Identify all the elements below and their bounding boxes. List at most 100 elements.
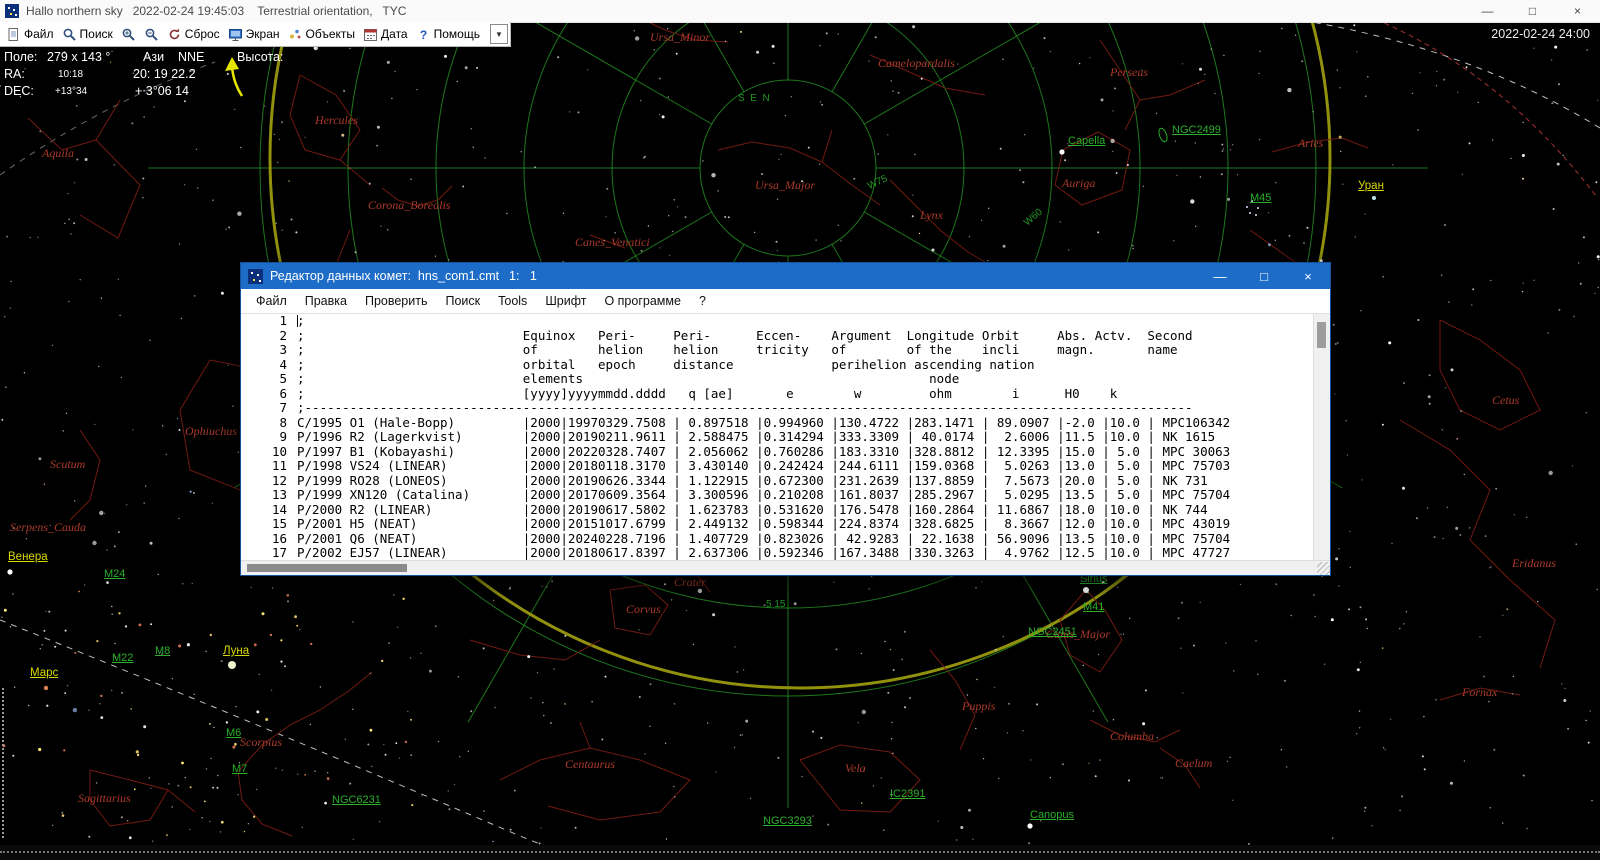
horizontal-scroll-thumb[interactable] [247, 564, 407, 572]
map-label-m8[interactable]: M8 [155, 645, 170, 657]
editor-menu-item-0[interactable]: Фай​л [247, 294, 296, 308]
editor-maximize-button[interactable]: □ [1242, 263, 1286, 289]
map-label-луна[interactable]: Луна [223, 645, 249, 657]
map-label-centaurus: Centaurus [565, 757, 616, 771]
map-label-m41[interactable]: M41 [1083, 601, 1104, 613]
editor-line-text[interactable]: P/2001 Q6 (NEAT) |2000|20240228.7196 | 1… [297, 531, 1230, 547]
editor-line-text[interactable]: P/1996 R2 (Lagerkvist) |2000|20190211.96… [297, 429, 1215, 445]
editor-line-text[interactable]: P/1999 RO28 (LONEOS) |2000|20190626.3344… [297, 473, 1208, 489]
ra-sub-value: 10:18 [58, 69, 84, 80]
editor-line-text[interactable]: P/2001 H5 (NEAT) |2000|20151017.6799 | 2… [297, 516, 1230, 532]
editor-line-text[interactable]: ; [yyyy]yyyymmdd.dddd q [ae] e w ohm i H… [297, 386, 1117, 402]
editor-close-button[interactable]: × [1286, 263, 1330, 289]
close-button[interactable]: × [1555, 0, 1600, 22]
editor-line-text[interactable]: ; elements node [297, 371, 959, 387]
map-label-caelum: Caelum [1175, 756, 1213, 770]
minimize-button[interactable]: — [1465, 0, 1510, 22]
editor-menu-item-6[interactable]: О программе [595, 294, 689, 308]
toolbar-search-button[interactable]: Поиск [62, 27, 113, 42]
ra-value: 20: 19 22.2 [133, 67, 196, 81]
line-number: 14 [271, 501, 287, 517]
map-horizontal-scrollbar[interactable] [0, 845, 1600, 860]
editor-window-controls: — □ × [1198, 263, 1330, 289]
toolbar-zoom-out-button[interactable] [144, 27, 159, 42]
help-icon: ? [416, 27, 431, 42]
line-number: 16 [271, 530, 287, 546]
map-label-m7[interactable]: M7 [232, 763, 247, 775]
toolbar-help-button[interactable]: ? Помощь [416, 27, 480, 42]
map-label-cetus: Cetus [1492, 393, 1520, 407]
map-label-w75: W75 [866, 173, 890, 192]
toolbar-zoom-in-button[interactable] [121, 27, 136, 42]
toolbar-reset-button[interactable]: Сброс [167, 27, 220, 42]
editor-line: 1; [241, 314, 1313, 329]
toolbar-dropdown[interactable]: ▼ [489, 24, 508, 44]
editor-menu-item-2[interactable]: Проверить [356, 294, 437, 308]
toolbar-file-button[interactable]: Файл [6, 27, 54, 42]
editor-line: 9 P/1996 R2 (Lagerkvist) |2000|20190211.9… [241, 429, 1313, 445]
map-label-puppis: Puppis [962, 699, 996, 713]
map-label-ngc2451[interactable]: NGC2451 [1028, 626, 1077, 638]
editor-line-text[interactable]: ; Equinox Peri- Peri- Eccen- Argument Lo… [297, 328, 1193, 344]
search-icon [62, 27, 77, 42]
editor-menu-item-4[interactable]: Tools [489, 294, 536, 308]
reset-icon [167, 27, 182, 42]
vertical-scroll-thumb[interactable] [1317, 322, 1326, 348]
map-label-ic2391[interactable]: IC2391 [890, 788, 925, 800]
map-label-vela: Vela [845, 761, 866, 775]
editor-line-text[interactable]: ; of helion helion tricity of of the inc… [297, 342, 1178, 358]
map-label-scutum: Scutum [50, 457, 86, 471]
map-label-capella[interactable]: Capella [1068, 135, 1105, 147]
toolbar-date-button[interactable]: Дата [363, 27, 408, 42]
map-label-m45[interactable]: M45 [1250, 192, 1271, 204]
editor-line: 13 P/1999 XN120 (Catalina) |2000|20170609… [241, 487, 1313, 503]
toolbar-objects-button[interactable]: Объекты [288, 27, 355, 42]
line-number: 3 [279, 342, 287, 357]
editor-line-text[interactable]: P/2000 R2 (LINEAR) |2000|20190617.5802 |… [297, 502, 1208, 518]
map-label-ngc6231[interactable]: NGC6231 [332, 794, 381, 806]
editor-line-text[interactable]: ; [297, 314, 305, 329]
map-vertical-scrollbar[interactable] [2, 688, 4, 838]
map-datetime: 2022-02-24 24:00 [1491, 27, 1590, 41]
map-label-марс[interactable]: Марс [30, 667, 58, 679]
map-label-auriga: Auriga [1062, 176, 1096, 190]
line-number: 13 [271, 487, 287, 502]
editor-body: 1; 2; Equinox Peri- Peri- Eccen- Argument… [241, 314, 1330, 575]
editor-line-text[interactable]: ; orbital epoch distance perihelion asce… [297, 357, 1035, 373]
map-label-ngc3293[interactable]: NGC3293 [763, 815, 812, 827]
editor-horizontal-scrollbar[interactable] [241, 560, 1330, 575]
dec-value: + 3°06 14 [135, 84, 190, 98]
map-label-венера[interactable]: Венера [8, 551, 48, 563]
editor-line: 17 P/2002 EJ57 (LINEAR) |2000|20180617.83… [241, 545, 1313, 560]
toolbar-screen-button[interactable]: Экран [228, 27, 280, 42]
map-label-уран[interactable]: Уран [1358, 180, 1384, 192]
svg-text:?: ? [419, 28, 426, 42]
field-value: 279 x 143 ° [47, 50, 111, 64]
editor-menu-item-3[interactable]: Поиск [436, 294, 489, 308]
editor-minimize-button[interactable]: — [1198, 263, 1242, 289]
altitude-arrow-icon [225, 57, 244, 97]
map-label-canopus[interactable]: Canopus [1030, 809, 1074, 821]
resize-grip[interactable] [1317, 562, 1330, 575]
map-label-lynx: Lynx [920, 208, 943, 222]
editor-line-text[interactable]: ;---------------------------------------… [297, 400, 1193, 416]
editor-text-area[interactable]: 1; 2; Equinox Peri- Peri- Eccen- Argument… [241, 314, 1313, 560]
map-label-m22[interactable]: M22 [112, 652, 133, 664]
map-label-m6[interactable]: M6 [226, 727, 241, 739]
map-label-m24[interactable]: M24 [104, 568, 125, 580]
editor-line-text[interactable]: P/1997 B1 (Kobayashi) |2000|20220328.740… [297, 444, 1230, 460]
editor-line-text[interactable]: C/1995 O1 (Hale-Bopp) |2000|19970329.750… [297, 415, 1230, 431]
editor-menu-item-7[interactable]: ? [690, 294, 715, 308]
map-label-ngc2499[interactable]: NGC2499 [1172, 124, 1221, 136]
toolbar-help-label: Помощь [433, 27, 480, 41]
editor-line-text[interactable]: P/1998 VS24 (LINEAR) |2000|20180118.3170… [297, 458, 1230, 474]
editor-line-text[interactable]: P/1999 XN120 (Catalina) |2000|20170609.3… [297, 487, 1230, 503]
editor-line-text[interactable]: P/2002 EJ57 (LINEAR) |2000|20180617.8397… [297, 545, 1230, 560]
editor-line: 16 P/2001 Q6 (NEAT) |2000|20240228.7196 |… [241, 530, 1313, 547]
editor-vertical-scrollbar[interactable] [1313, 314, 1330, 560]
editor-menu-item-1[interactable]: Правка [296, 294, 356, 308]
maximize-button[interactable]: □ [1510, 0, 1555, 22]
editor-menu-item-5[interactable]: Шрифт [536, 294, 595, 308]
editor-titlebar[interactable]: Редактор данных комет: hns_com1.cmt 1: 1… [241, 263, 1330, 289]
map-label-eridanus: Eridanus [1512, 556, 1557, 570]
